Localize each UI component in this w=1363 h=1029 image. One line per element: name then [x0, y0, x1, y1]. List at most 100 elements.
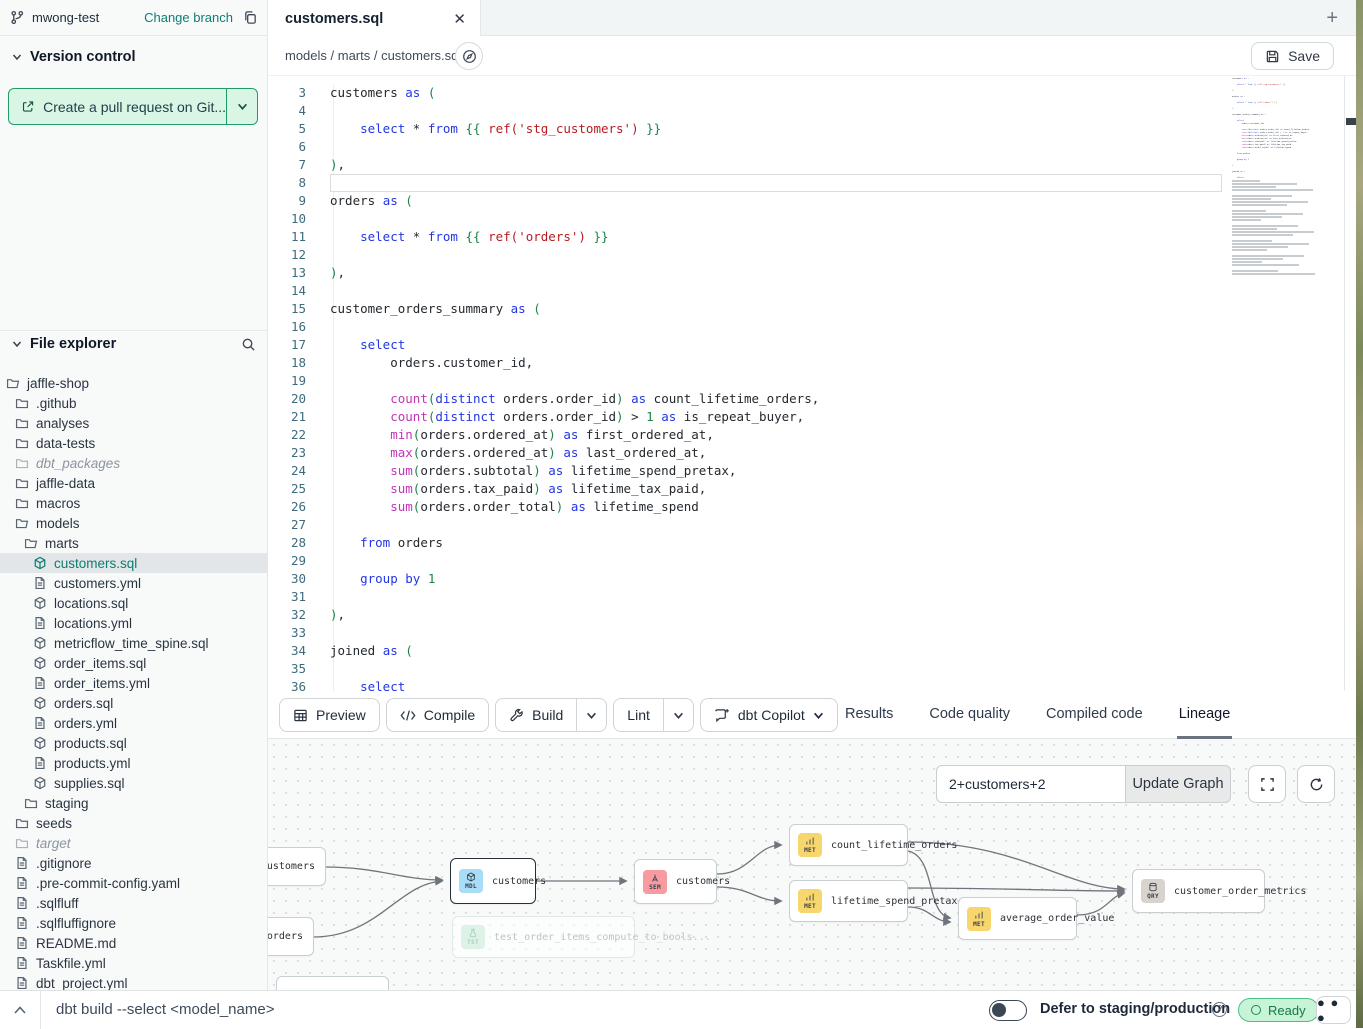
tree-item-staging[interactable]: staging [0, 793, 267, 813]
code-editor[interactable]: 3customers as (45 select * from {{ ref('… [268, 76, 1356, 691]
lint-button[interactable]: Lint [613, 698, 694, 732]
dbt-command-input[interactable]: dbt build --select <model_name> [56, 1001, 274, 1018]
code-line-6[interactable]: 6 [268, 138, 1356, 156]
code-line-12[interactable]: 12 [268, 246, 1356, 264]
preview-button[interactable]: Preview [279, 698, 380, 732]
code-line-7[interactable]: 7), [268, 156, 1356, 174]
ready-status-badge[interactable]: Ready [1238, 998, 1319, 1022]
tree-item-jaffle-data[interactable]: jaffle-data [0, 473, 267, 493]
lineage-node-count_lifetime_orders[interactable]: METcount_lifetime_orders [789, 824, 908, 866]
refresh-button[interactable] [1297, 765, 1335, 803]
code-line-34[interactable]: 34joined as ( [268, 642, 1356, 660]
tab-results[interactable]: Results [843, 691, 895, 739]
code-line-19[interactable]: 19 [268, 372, 1356, 390]
tree-item-target[interactable]: target [0, 833, 267, 853]
lineage-node-customers_mdl[interactable]: MDLcustomers [450, 858, 536, 904]
tree-item-jaffle-shop[interactable]: jaffle-shop [0, 373, 267, 393]
tab-customers-sql[interactable]: customers.sql ✕ [268, 0, 481, 37]
tree-item-marts[interactable]: marts [0, 533, 267, 553]
lineage-node-test_order_items[interactable]: TSTtest_order_items_compute_to_bools... [452, 916, 635, 958]
lineage-node-customer_order_metrics[interactable]: QRYcustomer_order_metrics [1132, 869, 1265, 913]
tree-item-metricflow-time-spine-sql[interactable]: metricflow_time_spine.sql [0, 633, 267, 653]
code-line-17[interactable]: 17 select [268, 336, 1356, 354]
close-icon[interactable]: ✕ [453, 10, 466, 28]
build-button[interactable]: Build [495, 698, 607, 732]
code-line-29[interactable]: 29 [268, 552, 1356, 570]
tree-item-products-sql[interactable]: products.sql [0, 733, 267, 753]
lineage-node-average_order_value[interactable]: METaverage_order_value [958, 897, 1077, 940]
tree-item-order-items-sql[interactable]: order_items.sql [0, 653, 267, 673]
tree-item-macros[interactable]: macros [0, 493, 267, 513]
change-branch-link[interactable]: Change branch [144, 10, 233, 25]
tab-code-quality[interactable]: Code quality [927, 691, 1012, 739]
new-tab-button[interactable]: + [1326, 7, 1338, 30]
update-graph-button[interactable]: Update Graph [1125, 765, 1231, 803]
code-line-23[interactable]: 23 max(orders.ordered_at) as last_ordere… [268, 444, 1356, 462]
expand-panel-chevron[interactable] [6, 991, 34, 1029]
tree-item--sqlfluffignore[interactable]: .sqlfluffignore [0, 913, 267, 933]
file-explorer-header[interactable]: File explorer [12, 336, 256, 352]
lineage-node-partial_node[interactable] [276, 976, 389, 990]
code-line-32[interactable]: 32), [268, 606, 1356, 624]
more-options-button[interactable]: ● ● ● [1316, 996, 1351, 1024]
code-line-16[interactable]: 16 [268, 318, 1356, 336]
code-line-36[interactable]: 36 select [268, 678, 1356, 691]
code-line-25[interactable]: 25 sum(orders.tax_paid) as lifetime_tax_… [268, 480, 1356, 498]
code-line-9[interactable]: 9orders as ( [268, 192, 1356, 210]
tree-item--github[interactable]: .github [0, 393, 267, 413]
lineage-node-stg_customers[interactable]: stg_customers [268, 847, 326, 886]
tree-item-dbt-project-yml[interactable]: dbt_project.yml [0, 973, 267, 990]
tree-item-orders-yml[interactable]: orders.yml [0, 713, 267, 733]
tree-item-dbt-packages[interactable]: dbt_packages [0, 453, 267, 473]
version-control-header[interactable]: Version control [12, 49, 136, 65]
scrollbar-thumb[interactable] [1346, 118, 1356, 125]
dbt-copilot-button[interactable]: dbt Copilot [700, 698, 838, 732]
compile-button[interactable]: Compile [386, 698, 489, 732]
search-icon[interactable] [241, 337, 256, 352]
code-line-11[interactable]: 11 select * from {{ ref('orders') }} [268, 228, 1356, 246]
tree-item-seeds[interactable]: seeds [0, 813, 267, 833]
code-line-35[interactable]: 35 [268, 660, 1356, 678]
lineage-node-lifetime_spend_pretax[interactable]: METlifetime_spend_pretax [789, 880, 908, 922]
tree-item-locations-sql[interactable]: locations.sql [0, 593, 267, 613]
code-line-33[interactable]: 33 [268, 624, 1356, 642]
lineage-node-customers_sem[interactable]: SEMcustomers [634, 859, 717, 904]
code-line-10[interactable]: 10 [268, 210, 1356, 228]
minimap[interactable]: customers as ( select * from {{ ref('stg… [1232, 78, 1336, 558]
code-line-27[interactable]: 27 [268, 516, 1356, 534]
tab-compiled-code[interactable]: Compiled code [1044, 691, 1145, 739]
tree-item--pre-commit-config-yaml[interactable]: .pre-commit-config.yaml [0, 873, 267, 893]
defer-toggle[interactable] [989, 1000, 1027, 1021]
tree-item--sqlfluff[interactable]: .sqlfluff [0, 893, 267, 913]
code-line-8[interactable]: 8 [268, 174, 1356, 192]
tree-item-products-yml[interactable]: products.yml [0, 753, 267, 773]
code-line-31[interactable]: 31 [268, 588, 1356, 606]
code-line-14[interactable]: 14 [268, 282, 1356, 300]
lineage-panel[interactable]: stg_customersorders MDLcustomers TSTtest_o… [268, 739, 1356, 990]
code-line-3[interactable]: 3customers as ( [268, 84, 1356, 102]
lineage-selector-input[interactable] [936, 765, 1126, 803]
code-line-4[interactable]: 4 [268, 102, 1356, 120]
editor-scrollbar[interactable] [1344, 76, 1356, 691]
code-line-21[interactable]: 21 count(distinct orders.order_id) > 1 a… [268, 408, 1356, 426]
code-line-22[interactable]: 22 min(orders.ordered_at) as first_order… [268, 426, 1356, 444]
lint-dropdown[interactable] [663, 699, 693, 731]
create-pr-dropdown[interactable] [226, 89, 257, 124]
code-line-24[interactable]: 24 sum(orders.subtotal) as lifetime_spen… [268, 462, 1356, 480]
lineage-node-orders[interactable]: orders [268, 917, 314, 956]
code-line-18[interactable]: 18 orders.customer_id, [268, 354, 1356, 372]
save-button[interactable]: Save [1251, 42, 1334, 70]
tree-item-customers-yml[interactable]: customers.yml [0, 573, 267, 593]
tree-item-readme-md[interactable]: README.md [0, 933, 267, 953]
code-line-26[interactable]: 26 sum(orders.order_total) as lifetime_s… [268, 498, 1356, 516]
help-icon[interactable]: ? [1212, 1002, 1227, 1017]
tree-item-taskfile-yml[interactable]: Taskfile.yml [0, 953, 267, 973]
tree-item-locations-yml[interactable]: locations.yml [0, 613, 267, 633]
tree-item--gitignore[interactable]: .gitignore [0, 853, 267, 873]
tree-item-analyses[interactable]: analyses [0, 413, 267, 433]
tree-item-order-items-yml[interactable]: order_items.yml [0, 673, 267, 693]
code-line-15[interactable]: 15customer_orders_summary as ( [268, 300, 1356, 318]
create-pr-button[interactable]: Create a pull request on Git... [8, 88, 258, 125]
tab-lineage[interactable]: Lineage [1177, 691, 1233, 739]
tree-item-data-tests[interactable]: data-tests [0, 433, 267, 453]
